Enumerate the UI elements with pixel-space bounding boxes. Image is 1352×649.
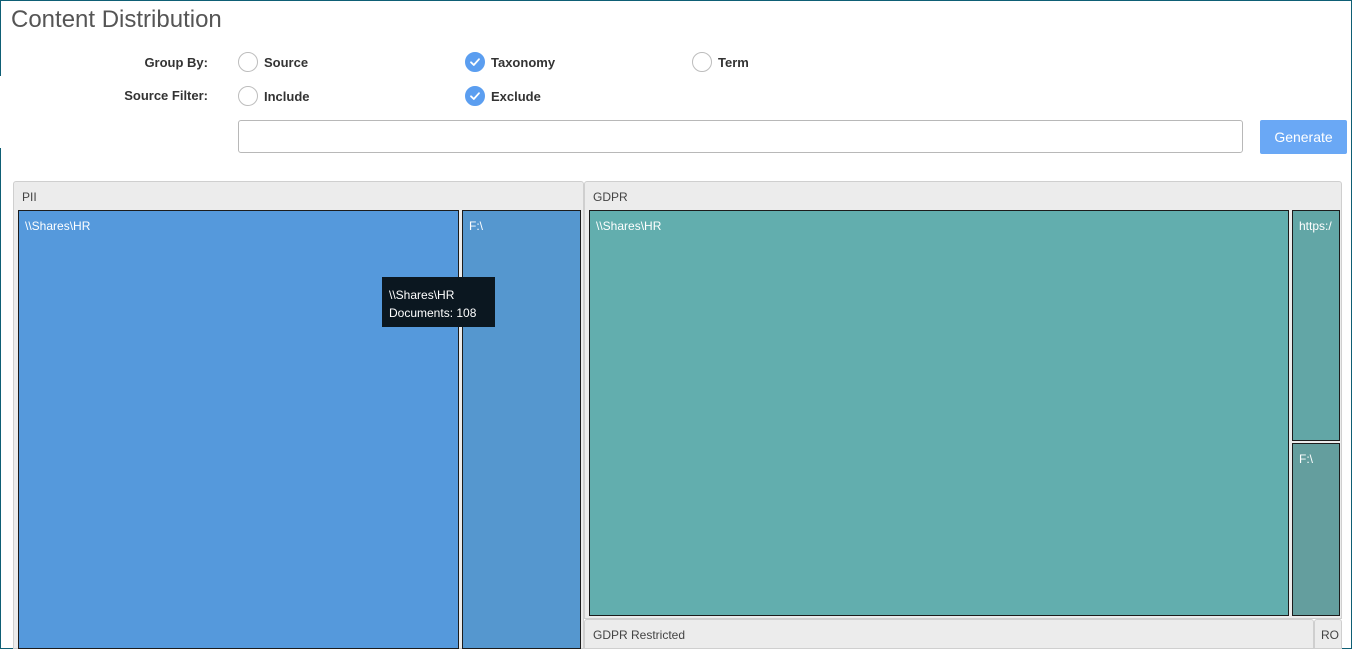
source-filter-include-option[interactable]: Include: [238, 86, 310, 106]
group-by-source-option[interactable]: Source: [238, 52, 308, 72]
group-by-label: Group By:: [144, 55, 208, 70]
option-label: Include: [264, 88, 310, 104]
option-label: Term: [718, 54, 749, 70]
tooltip-detail: Documents: 108: [389, 306, 477, 320]
treemap-tile[interactable]: F:\: [462, 210, 581, 649]
treemap-tile[interactable]: \\Shares\HR: [589, 210, 1289, 616]
treemap-group-ro[interactable]: RO: [1314, 619, 1342, 649]
option-label: Taxonomy: [491, 54, 556, 70]
treemap-tile[interactable]: \\Shares\HR: [18, 210, 459, 649]
source-filter-exclude-option[interactable]: Exclude: [465, 86, 541, 106]
group-by-term-option[interactable]: Term: [692, 52, 749, 72]
treemap-group-label: RO: [1321, 628, 1339, 642]
radio-checked-icon[interactable]: [465, 52, 485, 72]
treemap-tile-label: https:/: [1299, 219, 1332, 233]
treemap-tile[interactable]: https:/: [1292, 210, 1340, 441]
treemap-tile-label: \\Shares\HR: [596, 219, 662, 233]
treemap-tile[interactable]: F:\: [1292, 443, 1340, 616]
treemap-group-label: GDPR Restricted: [593, 628, 686, 642]
page-title: Content Distribution: [11, 6, 222, 33]
treemap-tile-label: F:\: [469, 219, 483, 233]
group-by-taxonomy-option[interactable]: Taxonomy: [465, 52, 555, 72]
option-label: Source: [264, 54, 309, 70]
tooltip-title: \\Shares\HR: [389, 288, 455, 302]
radio-unchecked-icon[interactable]: [238, 86, 258, 106]
generate-button[interactable]: Generate: [1260, 120, 1347, 154]
treemap-tile-label: F:\: [1299, 452, 1313, 466]
source-filter-input[interactable]: [238, 120, 1243, 153]
frame-gap: [0, 76, 3, 148]
source-filter-label: Source Filter:: [124, 88, 208, 103]
treemap-tooltip: \\Shares\HR Documents: 108: [382, 277, 495, 327]
radio-checked-icon[interactable]: [465, 86, 485, 106]
radio-unchecked-icon[interactable]: [238, 52, 258, 72]
treemap-group-label: PII: [22, 190, 37, 204]
treemap-group-label: GDPR: [593, 190, 628, 204]
option-label: Exclude: [491, 88, 541, 104]
treemap-group-gdpr-restricted[interactable]: GDPR Restricted: [584, 619, 1314, 649]
radio-unchecked-icon[interactable]: [692, 52, 712, 72]
treemap-tile-label: \\Shares\HR: [25, 219, 91, 233]
